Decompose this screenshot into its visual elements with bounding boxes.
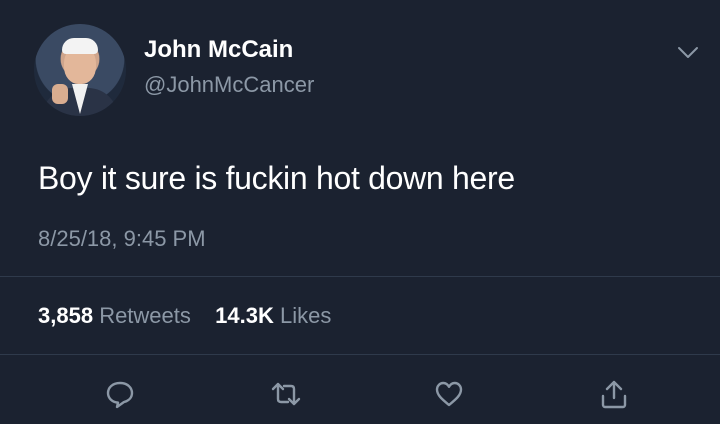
retweets-stat[interactable]: 3,858 Retweets xyxy=(38,303,197,328)
retweets-label: Retweets xyxy=(99,303,191,328)
share-icon xyxy=(601,380,627,409)
chevron-down-icon[interactable] xyxy=(677,46,699,60)
reply-button[interactable] xyxy=(102,376,138,412)
heart-icon xyxy=(435,381,463,407)
likes-label: Likes xyxy=(280,303,332,328)
retweet-button[interactable] xyxy=(268,376,304,412)
author-name[interactable]: John McCain xyxy=(144,36,293,64)
likes-stat[interactable]: 14.3K Likes xyxy=(215,303,331,328)
divider xyxy=(0,354,720,355)
reply-icon xyxy=(106,381,134,409)
like-button[interactable] xyxy=(431,376,467,412)
retweet-icon xyxy=(271,382,301,406)
tweet-stats: 3,858 Retweets 14.3K Likes xyxy=(38,303,331,329)
author-handle[interactable]: @JohnMcCancer xyxy=(144,72,314,98)
share-button[interactable] xyxy=(596,376,632,412)
avatar-thumb xyxy=(52,84,68,104)
avatar-hair xyxy=(62,38,98,54)
divider xyxy=(0,276,720,277)
tweet-text: Boy it sure is fuckin hot down here xyxy=(38,160,515,196)
likes-count: 14.3K xyxy=(215,303,274,328)
avatar[interactable] xyxy=(34,24,126,116)
retweets-count: 3,858 xyxy=(38,303,94,328)
tweet-timestamp[interactable]: 8/25/18, 9:45 PM xyxy=(38,226,206,252)
